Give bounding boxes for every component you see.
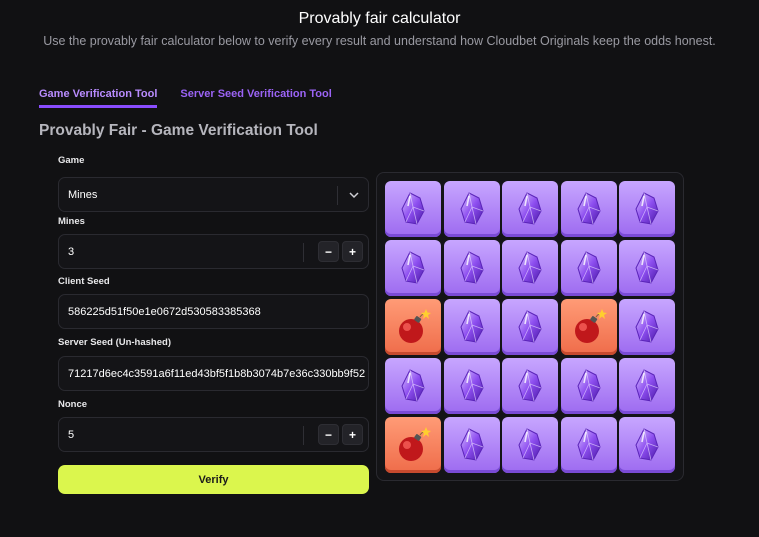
- stepper-divider: [303, 243, 304, 262]
- page-title: Provably fair calculator: [298, 10, 461, 27]
- client-seed-value: 586225d51f50e1e0672d530583385368: [68, 305, 261, 318]
- gem-tile: [560, 181, 617, 237]
- stepper-divider: [303, 426, 304, 445]
- gem-icon: [627, 189, 667, 229]
- gem-icon: [510, 425, 550, 465]
- section-title: Provably Fair - Game Verification Tool: [39, 122, 318, 139]
- nonce-increment-button[interactable]: +: [342, 424, 363, 445]
- mines-stepper-buttons: − +: [318, 241, 363, 262]
- tab-bar: Game Verification Tool Server Seed Verif…: [39, 88, 332, 108]
- gem-tile: [619, 299, 675, 355]
- gem-tile: [560, 417, 617, 473]
- gem-icon: [393, 189, 433, 229]
- gem-icon: [393, 248, 433, 288]
- gem-icon: [627, 307, 667, 347]
- client-seed-label: Client Seed: [58, 276, 110, 287]
- gem-tile: [385, 240, 441, 296]
- gem-icon: [452, 189, 492, 229]
- select-divider: [337, 186, 338, 205]
- verify-button[interactable]: Verify: [58, 465, 369, 494]
- verification-form: Game Mines Mines 3 − + Client Seed 58622…: [58, 155, 369, 452]
- gem-icon: [569, 366, 609, 406]
- gem-tile: [443, 358, 500, 414]
- gem-tile: [560, 358, 617, 414]
- gem-tile: [502, 358, 558, 414]
- bomb-icon: [393, 307, 433, 347]
- game-select-value: Mines: [68, 188, 98, 201]
- gem-tile: [385, 358, 441, 414]
- gem-tile: [443, 417, 500, 473]
- server-seed-input[interactable]: 71217d6ec4c3591a6f11ed43bf5f1b8b3074b7e3…: [58, 356, 369, 391]
- server-seed-value: 71217d6ec4c3591a6f11ed43bf5f1b8b3074b7e3…: [68, 367, 366, 380]
- mine-tile: [385, 417, 441, 473]
- mines-decrement-button[interactable]: −: [318, 241, 339, 262]
- gem-icon: [393, 366, 433, 406]
- gem-icon: [569, 425, 609, 465]
- gem-icon: [510, 366, 550, 406]
- tab-game-verification[interactable]: Game Verification Tool: [39, 88, 158, 108]
- gem-icon: [452, 425, 492, 465]
- gem-tile: [502, 299, 558, 355]
- nonce-stepper-buttons: − +: [318, 424, 363, 445]
- gem-tile: [560, 240, 617, 296]
- gem-icon: [627, 366, 667, 406]
- gem-icon: [510, 189, 550, 229]
- gem-tile: [502, 417, 558, 473]
- tab-server-seed-verification[interactable]: Server Seed Verification Tool: [180, 88, 331, 108]
- mines-increment-button[interactable]: +: [342, 241, 363, 262]
- page-subtitle: Use the provably fair calculator below t…: [43, 34, 716, 48]
- nonce-decrement-button[interactable]: −: [318, 424, 339, 445]
- bomb-icon: [569, 307, 609, 347]
- nonce-stepper[interactable]: 5 − +: [58, 417, 369, 452]
- gem-tile: [443, 240, 500, 296]
- mines-grid: [385, 181, 675, 473]
- gem-tile: [443, 299, 500, 355]
- mine-tile: [560, 299, 617, 355]
- gem-icon: [452, 248, 492, 288]
- gem-tile: [443, 181, 500, 237]
- gem-icon: [627, 425, 667, 465]
- gem-tile: [619, 181, 675, 237]
- gem-icon: [510, 307, 550, 347]
- mines-stepper[interactable]: 3 − +: [58, 234, 369, 269]
- mines-label: Mines: [58, 216, 85, 227]
- gem-tile: [502, 240, 558, 296]
- server-seed-label: Server Seed (Un-hashed): [58, 337, 171, 348]
- gem-tile: [385, 181, 441, 237]
- game-label: Game: [58, 155, 85, 166]
- gem-tile: [502, 181, 558, 237]
- nonce-label: Nonce: [58, 399, 88, 410]
- chevron-down-icon: [349, 192, 359, 199]
- gem-icon: [452, 307, 492, 347]
- gem-icon: [452, 366, 492, 406]
- client-seed-input[interactable]: 586225d51f50e1e0672d530583385368: [58, 294, 369, 329]
- gem-icon: [569, 248, 609, 288]
- gem-icon: [569, 189, 609, 229]
- bomb-icon: [393, 425, 433, 465]
- gem-tile: [619, 417, 675, 473]
- gem-tile: [619, 240, 675, 296]
- mines-board: [376, 172, 684, 481]
- gem-icon: [627, 248, 667, 288]
- gem-icon: [510, 248, 550, 288]
- mine-tile: [385, 299, 441, 355]
- game-select[interactable]: Mines: [58, 177, 369, 212]
- gem-tile: [619, 358, 675, 414]
